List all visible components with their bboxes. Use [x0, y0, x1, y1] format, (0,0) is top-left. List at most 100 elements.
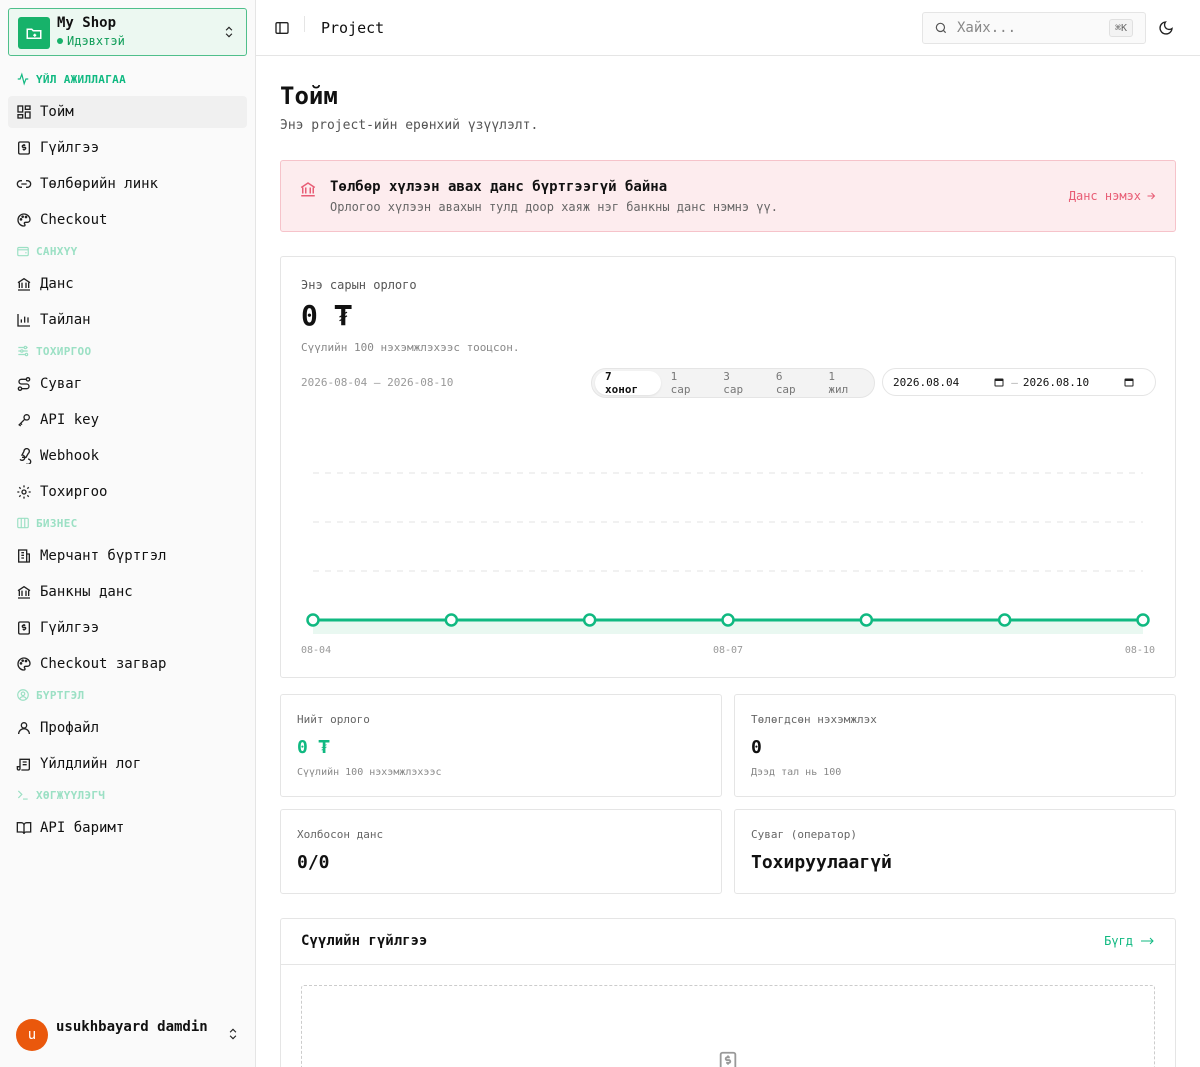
sidebar-item-label: API key	[40, 412, 100, 428]
section-label: ТОХИРГОО	[36, 344, 92, 358]
period-1-month[interactable]: 1 сар	[661, 370, 714, 396]
sidebar-item-bank-account[interactable]: Банкны данс	[8, 576, 247, 608]
revenue-value: 0 ₮	[301, 299, 352, 332]
top-bar: Project Хайх... ⌘K	[256, 0, 1200, 56]
sidebar-item-label: Checkout	[40, 212, 108, 228]
moon-icon[interactable]	[1158, 20, 1174, 40]
sidebar-item-settings[interactable]: Тохиргоо	[8, 476, 247, 508]
date-from-field[interactable]: 2026.08.04	[893, 376, 1005, 389]
data-point	[859, 613, 874, 627]
page-title: Тойм	[280, 82, 338, 110]
date-to-field[interactable]: 2026.08.10	[1023, 376, 1135, 389]
breadcrumb[interactable]: Project	[321, 19, 384, 37]
search-input[interactable]: Хайх... ⌘K	[922, 12, 1146, 44]
sidebar-item-label: Төлбөрийн линк	[40, 176, 159, 192]
date-from-value: 2026.08.04	[893, 375, 960, 389]
sidebar-toggle-icon[interactable]	[274, 20, 290, 40]
sidebar-item-payment-link[interactable]: Төлбөрийн линк	[8, 168, 247, 200]
sidebar-item-activity-log[interactable]: Үйлдлийн лог	[8, 748, 247, 780]
key-icon	[16, 412, 32, 428]
scroll-icon	[16, 756, 32, 772]
sidebar-item-label: Банкны данс	[40, 584, 133, 600]
sidebar: My Shop Идэвхтэй ҮЙЛ АЖИЛЛАГАА Тойм Гүйл…	[0, 0, 256, 1067]
revenue-range: 2026-08-04 — 2026-08-10	[301, 376, 454, 389]
wallet-icon	[17, 246, 29, 257]
stat-value: Тохируулаагүй	[751, 852, 892, 873]
data-point	[997, 613, 1012, 627]
stat-total-income: Нийт орлого 0 ₮ Сүүлийн 100 нэхэмжлэхээс	[280, 694, 722, 797]
bar-chart-icon	[16, 312, 32, 328]
data-point	[306, 613, 320, 627]
search-shortcut: ⌘K	[1108, 19, 1133, 37]
sidebar-item-checkout[interactable]: Checkout	[8, 204, 247, 236]
sidebar-item-profile[interactable]: Профайл	[8, 712, 247, 744]
sidebar-item-label: Профайл	[40, 720, 100, 736]
user-circle-icon	[17, 689, 29, 701]
shop-switcher[interactable]: My Shop Идэвхтэй	[8, 8, 247, 56]
sidebar-item-overview[interactable]: Тойм	[8, 96, 247, 128]
date-range-picker: 2026.08.04 — 2026.08.10	[882, 368, 1156, 396]
view-all-link[interactable]: Бүгд	[1104, 934, 1155, 948]
shop-status-label: Идэвхтэй	[67, 34, 125, 48]
calendar-icon	[1124, 378, 1134, 387]
sidebar-item-label: Данс	[40, 276, 74, 292]
sidebar-item-webhook[interactable]: Webhook	[8, 440, 247, 472]
search-icon	[934, 21, 948, 39]
sliders-icon	[18, 345, 29, 357]
receipt-icon	[717, 1050, 739, 1067]
section-finance: САНХҮҮ	[16, 244, 78, 258]
sidebar-item-channel[interactable]: Суваг	[8, 368, 247, 400]
user-menu[interactable]: u usukhbayard damdin	[16, 1019, 248, 1053]
section-settings: ТОХИРГОО	[16, 344, 91, 358]
period-6-months[interactable]: 6 сар	[766, 370, 819, 396]
alert-title: Төлбөр хүлээн авах данс бүртгээгүй байна	[330, 179, 668, 195]
shop-status: Идэвхтэй	[57, 34, 125, 48]
grid-icon	[16, 104, 32, 120]
sidebar-item-label: Гүйлгээ	[40, 140, 100, 156]
sidebar-item-label: Гүйлгээ	[40, 620, 100, 636]
sidebar-item-merchant[interactable]: Мерчант бүртгэл	[8, 540, 247, 572]
data-point	[1136, 613, 1150, 627]
stat-value: 0	[751, 737, 762, 758]
section-developer: ХӨГЖҮҮЛЭГЧ	[16, 788, 105, 802]
bank-icon	[299, 180, 317, 202]
sidebar-item-api-key[interactable]: API key	[8, 404, 247, 436]
sidebar-item-account[interactable]: Данс	[8, 268, 247, 300]
stat-label: Холбосон данс	[297, 828, 384, 841]
section-registration: БҮРТГЭЛ	[16, 688, 84, 702]
data-point	[721, 613, 735, 627]
sidebar-item-label: Суваг	[40, 376, 83, 392]
recent-transactions-title: Сүүлийн гүйлгээ	[301, 933, 428, 949]
section-label: БҮРТГЭЛ	[36, 688, 85, 702]
sidebar-item-transactions[interactable]: Гүйлгээ	[8, 132, 247, 164]
sidebar-item-report[interactable]: Тайлан	[8, 304, 247, 336]
recent-transactions-card: Сүүлийн гүйлгээ Бүгд	[280, 918, 1176, 1067]
stat-sub: Сүүлийн 100 нэхэмжлэхээс	[297, 767, 442, 778]
stat-label: Нийт орлого	[297, 713, 370, 726]
sidebar-item-checkout-template[interactable]: Checkout загвар	[8, 648, 247, 680]
link-icon	[16, 176, 32, 192]
period-7-days[interactable]: 7 хоног	[595, 370, 661, 396]
x-tick-label: 08-10	[1125, 645, 1155, 656]
alert-description: Орлогоо хүлээн авахын тулд доор хаяж нэг…	[330, 200, 778, 214]
store-icon	[17, 517, 29, 529]
sidebar-item-label: Мерчант бүртгэл	[40, 548, 167, 564]
period-1-year[interactable]: 1 жил	[818, 370, 871, 396]
section-label: ҮЙЛ АЖИЛЛАГАА	[36, 72, 126, 86]
stat-linked-accounts: Холбосон данс 0/0	[280, 809, 722, 894]
recent-transactions-header: Сүүлийн гүйлгээ Бүгд	[281, 919, 1175, 965]
sidebar-item-business-transactions[interactable]: Гүйлгээ	[8, 612, 247, 644]
period-3-months[interactable]: 3 сар	[713, 370, 766, 396]
chevrons-up-down-icon	[222, 25, 236, 43]
add-account-link[interactable]: Данс нэмэх	[1069, 189, 1157, 203]
revenue-note: Сүүлийн 100 нэхэмжлэхээс тооцсон.	[301, 341, 520, 354]
sidebar-item-label: Тохиргоо	[40, 484, 108, 500]
view-all-label: Бүгд	[1104, 934, 1133, 948]
range-separator: —	[1011, 375, 1018, 389]
stat-value: 0/0	[297, 852, 330, 873]
sidebar-item-api-docs[interactable]: API баримт	[8, 812, 247, 844]
sidebar-item-label: Checkout загвар	[40, 656, 167, 672]
user-name: usukhbayard damdin	[56, 1019, 208, 1035]
activity-icon	[17, 72, 29, 86]
receipt-icon	[16, 620, 32, 636]
